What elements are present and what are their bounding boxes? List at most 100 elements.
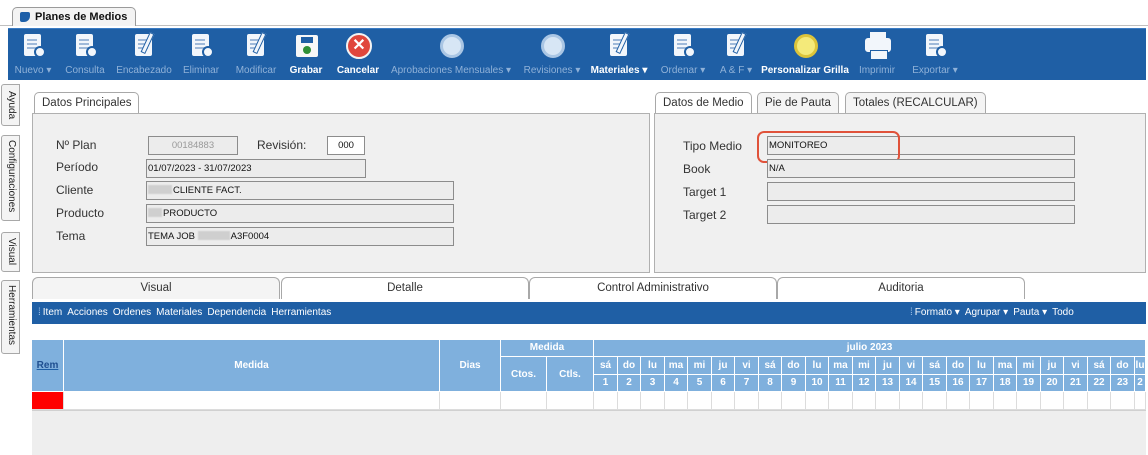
day-number-header[interactable]: 13 [876,375,900,392]
day-number-header[interactable]: 3 [641,375,665,392]
side-tab-configuraciones[interactable]: Configuraciones [1,135,20,221]
day-number-header[interactable]: 17 [970,375,994,392]
col-dias-header[interactable]: Dias [440,340,501,392]
revisiones-button[interactable]: Revisiones ▾ [518,32,586,78]
side-tab-visual[interactable]: Visual [1,232,20,272]
day-cell[interactable] [618,392,641,410]
day-cell[interactable] [759,392,782,410]
menu-dependencia[interactable]: Dependencia [207,302,266,324]
revision-field[interactable]: 000 [327,136,365,155]
day-number-header[interactable]: 2 [1135,375,1146,392]
row-marker[interactable] [32,392,64,410]
day-cell[interactable] [1017,392,1041,410]
day-cell[interactable] [923,392,947,410]
day-number-header[interactable]: 6 [712,375,735,392]
day-cell[interactable] [829,392,853,410]
col-medida-header[interactable]: Medida [64,340,440,392]
plan-field[interactable]: 00184883 [148,136,238,155]
tab-planes-de-medios[interactable]: Planes de Medios [12,7,137,26]
day-number-header[interactable]: 1 [594,375,618,392]
day-cell[interactable] [688,392,712,410]
cancelar-button[interactable]: ✕ Cancelar [334,32,382,78]
tema-field[interactable]: TEMA JOB A3F0004 [146,227,454,246]
side-tab-herramientas[interactable]: Herramientas [1,280,20,354]
menu-ordenes[interactable]: Ordenes [113,302,151,324]
day-number-header[interactable]: 9 [782,375,806,392]
periodo-field[interactable]: 01/07/2023 - 31/07/2023 [146,159,366,178]
target1-field[interactable] [767,182,1075,201]
imprimir-button[interactable]: Imprimir [854,32,900,78]
menu-item[interactable]: Item [43,302,62,324]
day-number-header[interactable]: 21 [1064,375,1088,392]
menu-formato[interactable]: Formato ▾ [915,302,960,324]
tab-auditoria[interactable]: Auditoria [777,277,1025,299]
day-cell[interactable] [900,392,923,410]
day-cell[interactable] [806,392,829,410]
a-y-f-button[interactable]: A & F ▾ [716,31,756,78]
tab-datos-de-medio[interactable]: Datos de Medio [655,92,752,113]
materiales-button[interactable]: Materiales ▾ [588,31,650,78]
tab-detalle[interactable]: Detalle [281,277,529,299]
book-field[interactable]: N/A [767,159,1075,178]
table-row-cell[interactable] [547,392,594,410]
table-row-cell[interactable] [501,392,547,410]
target2-field[interactable] [767,205,1075,224]
menu-agrupar[interactable]: Agrupar ▾ [965,302,1008,324]
day-number-header[interactable]: 11 [829,375,853,392]
day-number-header[interactable]: 2 [618,375,641,392]
day-number-header[interactable]: 15 [923,375,947,392]
tab-pie-de-pauta[interactable]: Pie de Pauta [757,92,839,113]
day-cell[interactable] [594,392,618,410]
day-cell[interactable] [782,392,806,410]
menu-acciones[interactable]: Acciones [67,302,108,324]
day-cell[interactable] [1111,392,1135,410]
consulta-button[interactable]: Consulta [60,32,110,78]
day-number-header[interactable]: 20 [1041,375,1064,392]
menu-herramientas[interactable]: Herramientas [271,302,331,324]
day-cell[interactable] [1088,392,1111,410]
day-cell[interactable] [665,392,688,410]
tab-control-administrativo[interactable]: Control Administrativo [529,277,777,299]
table-row-cell[interactable] [64,392,440,410]
col-rem-header[interactable]: Rem [32,340,64,392]
day-number-header[interactable]: 10 [806,375,829,392]
day-cell[interactable] [1041,392,1064,410]
day-number-header[interactable]: 5 [688,375,712,392]
menu-todo[interactable]: Todo [1052,302,1074,324]
day-number-header[interactable]: 18 [994,375,1017,392]
menu-pauta[interactable]: Pauta ▾ [1013,302,1047,324]
aprobaciones-mensuales-button[interactable]: Aprobaciones Mensuales ▾ [388,32,514,78]
side-tab-ayuda[interactable]: Ayuda [1,84,20,126]
day-number-header[interactable]: 19 [1017,375,1041,392]
day-number-header[interactable]: 7 [735,375,759,392]
ordenar-button[interactable]: Ordenar ▾ [656,32,710,78]
day-cell[interactable] [970,392,994,410]
cliente-field[interactable]: CLIENTE FACT. [146,181,454,200]
personalizar-grilla-button[interactable]: Personalizar Grilla [760,32,850,78]
day-number-header[interactable]: 22 [1088,375,1111,392]
tab-visual[interactable]: Visual [32,277,280,299]
day-number-header[interactable]: 16 [947,375,970,392]
day-number-header[interactable]: 14 [900,375,923,392]
day-cell[interactable] [735,392,759,410]
day-cell[interactable] [853,392,876,410]
eliminar-button[interactable]: Eliminar [178,32,224,78]
grabar-button[interactable]: Grabar [286,32,326,78]
modificar-button[interactable]: Modificar [230,31,282,78]
day-number-header[interactable]: 4 [665,375,688,392]
tab-datos-principales[interactable]: Datos Principales [34,92,140,113]
tab-totales-recalcular[interactable]: Totales (RECALCULAR) [845,92,986,113]
day-number-header[interactable]: 8 [759,375,782,392]
producto-field[interactable]: PRODUCTO [146,204,454,223]
nuevo-button[interactable]: Nuevo ▾ [10,32,56,78]
day-number-header[interactable]: 12 [853,375,876,392]
exportar-button[interactable]: Exportar ▾ [904,32,966,78]
menu-materiales[interactable]: Materiales [156,302,202,324]
day-cell[interactable] [876,392,900,410]
day-cell[interactable] [1135,392,1146,410]
encabezado-button[interactable]: Encabezado [114,31,174,78]
day-cell[interactable] [994,392,1017,410]
col-ctos-header[interactable]: Ctos. [501,357,547,392]
day-cell[interactable] [641,392,665,410]
day-cell[interactable] [947,392,970,410]
